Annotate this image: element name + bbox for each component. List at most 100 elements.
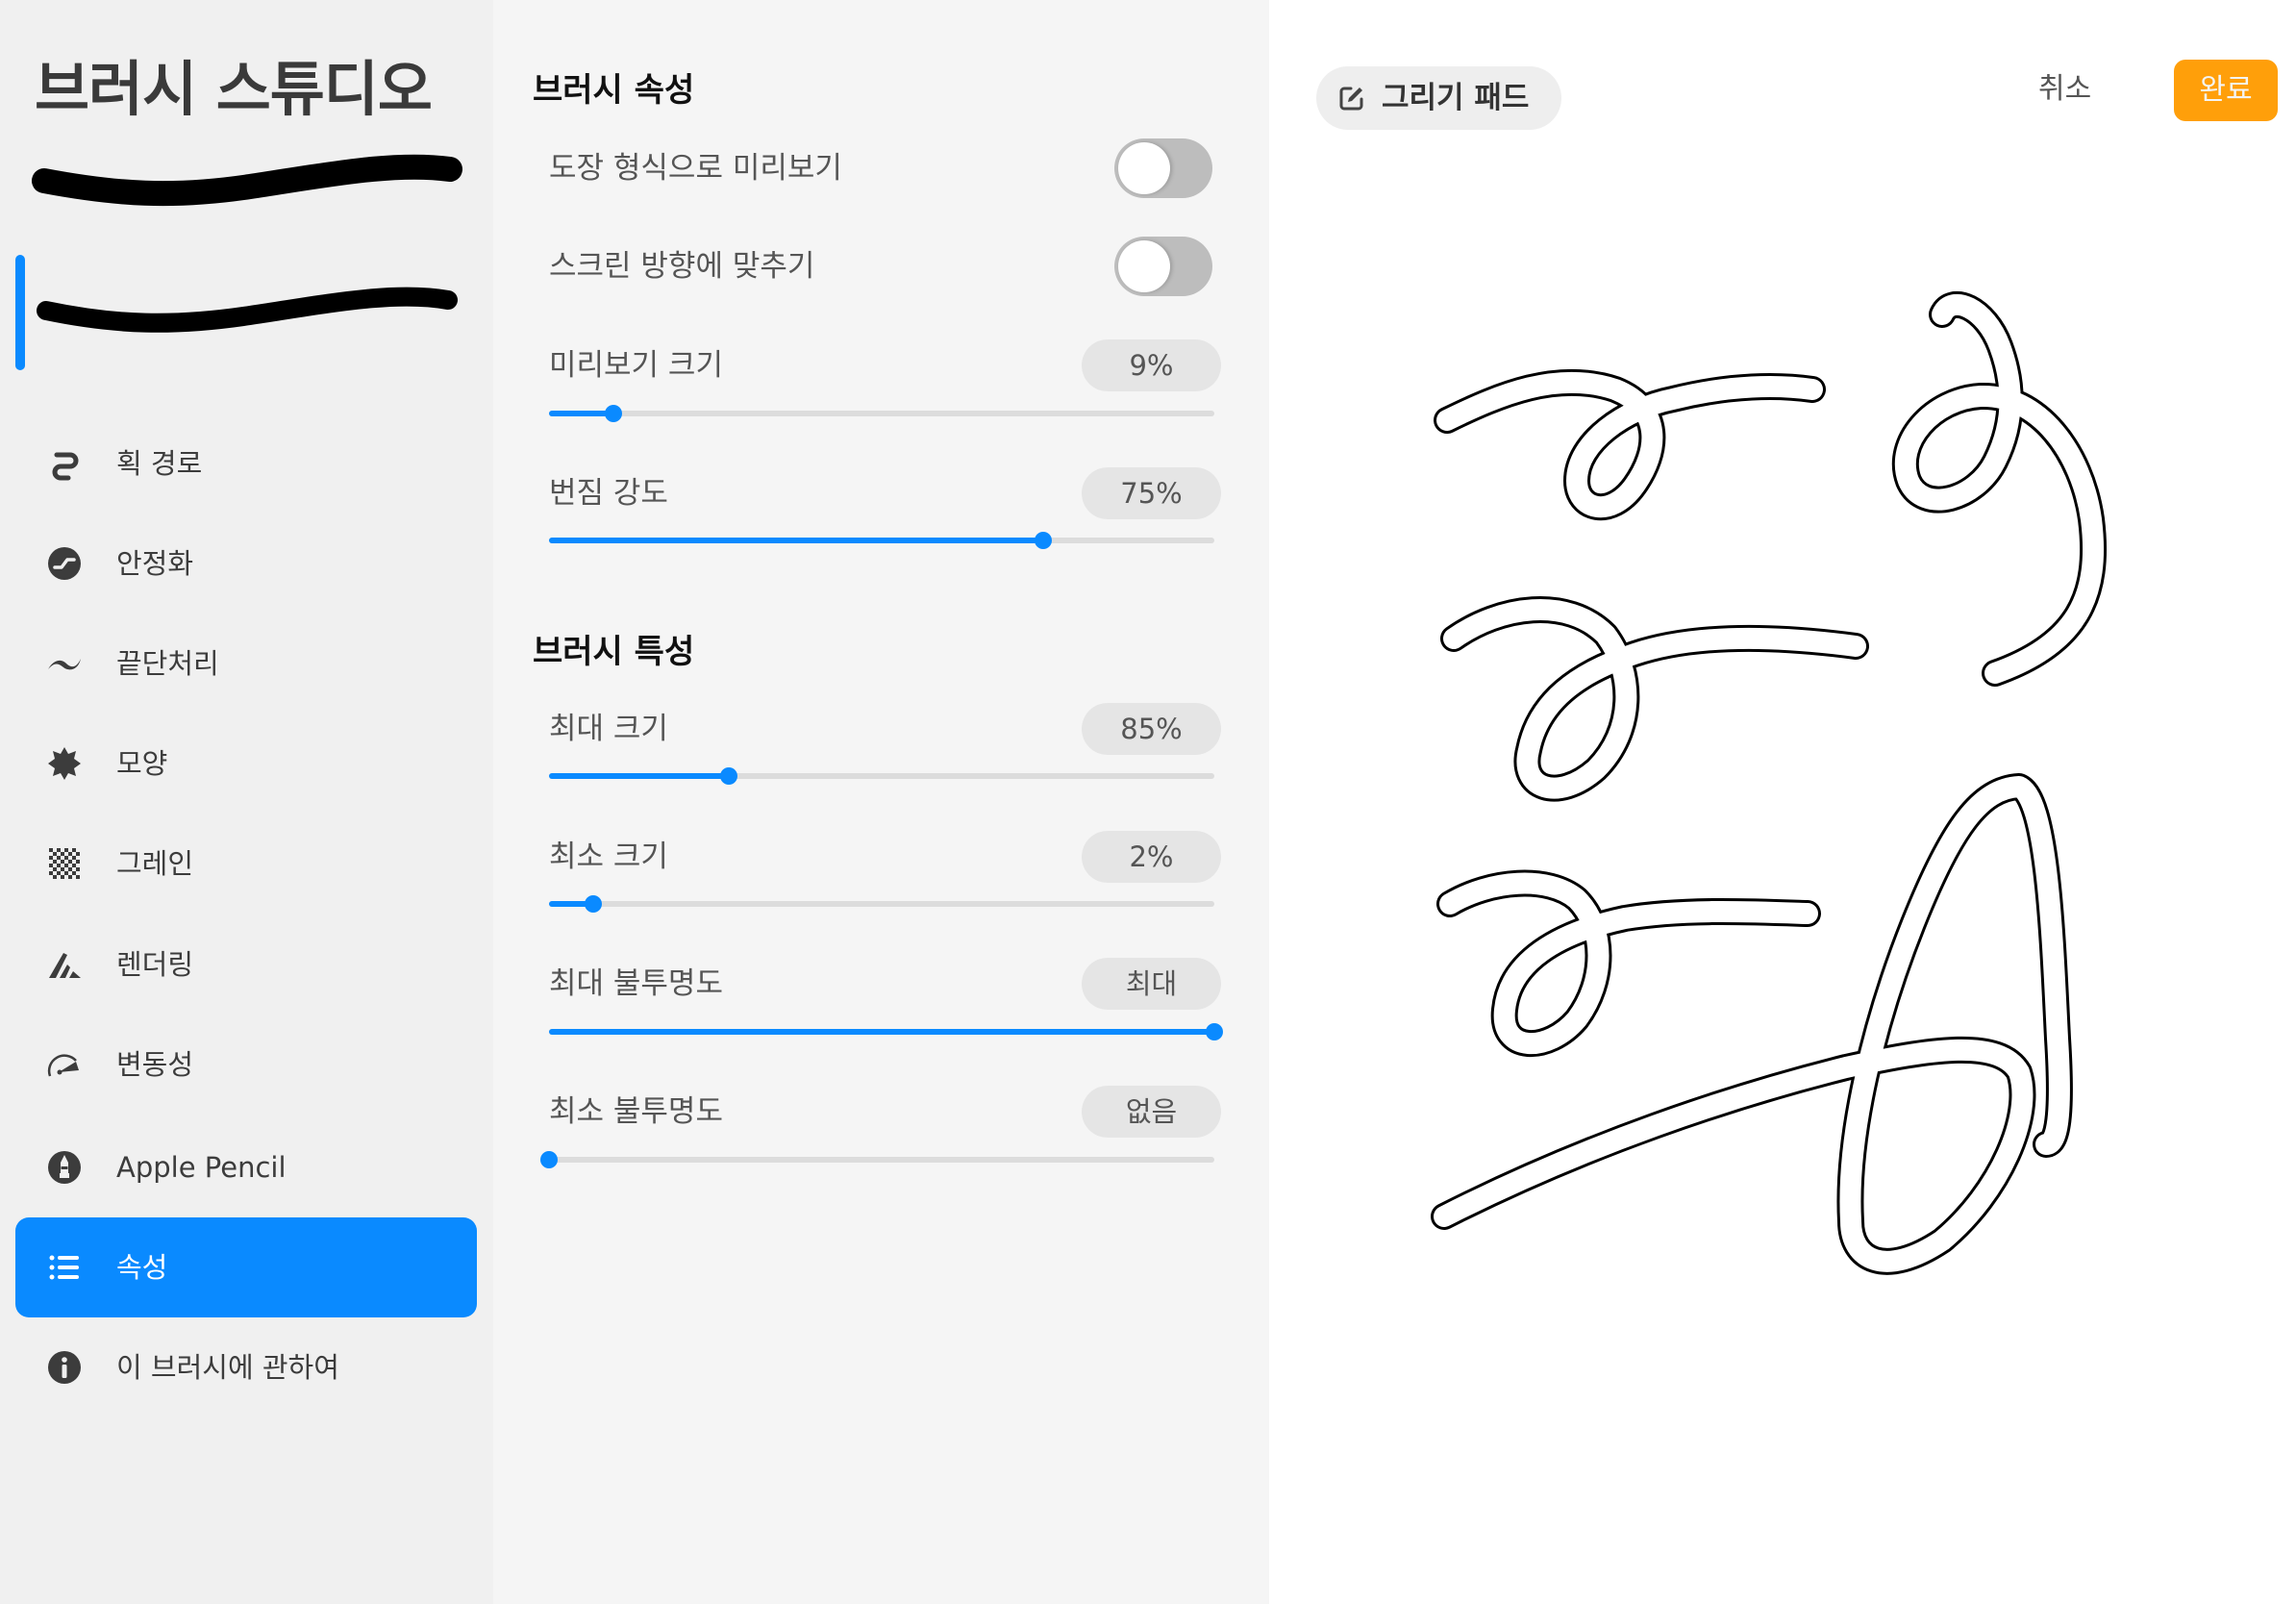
sidebar-item-label: 변동성 bbox=[116, 1048, 194, 1081]
preview-size-slider[interactable] bbox=[549, 399, 1214, 428]
slider-fill bbox=[549, 1029, 1214, 1035]
preview-size-value[interactable]: 9% bbox=[1082, 339, 1221, 391]
grain-icon bbox=[47, 846, 82, 881]
sidebar-item-taper[interactable]: 끝단처리 bbox=[15, 614, 477, 714]
max-size-slider[interactable] bbox=[549, 762, 1214, 790]
sidebar-item-dynamics[interactable]: 변동성 bbox=[15, 1015, 477, 1115]
cancel-button[interactable]: 취소 bbox=[2038, 65, 2091, 113]
grain-cell bbox=[72, 871, 76, 875]
grain-cell bbox=[53, 852, 57, 856]
slider-track bbox=[549, 901, 1214, 907]
orient-to-screen-toggle[interactable] bbox=[1114, 237, 1212, 296]
info-icon bbox=[47, 1350, 82, 1385]
grain-cell bbox=[64, 871, 68, 875]
slider-fill bbox=[549, 538, 1044, 543]
stroke-path-icon bbox=[47, 446, 82, 481]
max-opacity-slider[interactable] bbox=[549, 1017, 1223, 1046]
slider-thumb[interactable] bbox=[605, 405, 623, 422]
drawing-pad-button[interactable]: 그리기 패드 bbox=[1316, 66, 1561, 130]
grain-cell bbox=[57, 864, 61, 867]
min-opacity-value[interactable]: 없음 bbox=[1082, 1086, 1221, 1138]
slider-label: 최소 크기 bbox=[549, 840, 668, 874]
sidebar-item-grain[interactable]: 그레인 bbox=[15, 814, 477, 914]
sidebar-item-label: 속성 bbox=[116, 1251, 168, 1284]
max-opacity-value[interactable]: 최대 bbox=[1082, 958, 1221, 1010]
slider-label: 번짐 강도 bbox=[549, 476, 668, 511]
grain-cell bbox=[61, 875, 64, 879]
stroke-preview-default[interactable] bbox=[29, 144, 471, 221]
smudge-value[interactable]: 75% bbox=[1082, 467, 1221, 519]
signature-stroke bbox=[1431, 773, 2073, 1275]
slider-thumb[interactable] bbox=[540, 1151, 558, 1168]
grain-cell bbox=[72, 848, 76, 852]
sidebar-item-label: Apple Pencil bbox=[116, 1151, 287, 1184]
selected-preview-indicator bbox=[15, 255, 25, 370]
sidebar-item-about[interactable]: 이 브러시에 관하여 bbox=[15, 1317, 477, 1417]
grain-cell bbox=[53, 860, 57, 864]
toggle-label: 스크린 방향에 맞추기 bbox=[549, 249, 815, 284]
sidebar-item-label: 모양 bbox=[116, 747, 168, 780]
slider-label: 최대 불투명도 bbox=[549, 966, 723, 1001]
slider-track bbox=[549, 411, 1214, 416]
grain-cell bbox=[68, 867, 72, 871]
stroke-preview-current[interactable] bbox=[29, 269, 471, 346]
brush-stroke-icon bbox=[37, 287, 458, 333]
min-opacity-slider[interactable] bbox=[540, 1145, 1214, 1174]
grain-cell bbox=[57, 848, 61, 852]
smudge-slider[interactable] bbox=[549, 526, 1214, 555]
taper-icon bbox=[47, 646, 82, 681]
grain-cell bbox=[61, 860, 64, 864]
slider-thumb[interactable] bbox=[1035, 532, 1053, 549]
grain-cell bbox=[72, 864, 76, 867]
apple-pencil-icon bbox=[47, 1150, 82, 1185]
drawing-pad-label: 그리기 패드 bbox=[1382, 81, 1530, 115]
slider-label: 최대 크기 bbox=[549, 712, 668, 746]
grain-cell bbox=[57, 871, 61, 875]
sidebar-item-label: 렌더링 bbox=[116, 948, 194, 981]
grain-cell bbox=[49, 871, 53, 875]
slider-track bbox=[549, 1157, 1214, 1163]
sidebar-item-label: 끝단처리 bbox=[116, 647, 219, 680]
min-size-value[interactable]: 2% bbox=[1082, 831, 1221, 883]
list-icon bbox=[47, 1250, 82, 1285]
section-heading-brush-behavior: 브러시 특성 bbox=[533, 633, 695, 671]
scribble-stroke-1-inner bbox=[1436, 371, 1823, 518]
grain-cell bbox=[49, 848, 53, 852]
stroke-fill bbox=[1434, 294, 2105, 1272]
grain-cell bbox=[61, 852, 64, 856]
sidebar-item-label: 이 브러시에 관하여 bbox=[116, 1351, 339, 1384]
slider-thumb[interactable] bbox=[1206, 1023, 1223, 1040]
sidebar-item-label: 획 경로 bbox=[116, 447, 203, 480]
sidebar-item-shape[interactable]: 모양 bbox=[15, 714, 477, 814]
sidebar-item-rendering[interactable]: 렌더링 bbox=[15, 915, 477, 1015]
grain-cell bbox=[68, 875, 72, 879]
dynamics-icon bbox=[47, 1047, 82, 1082]
toggle-knob bbox=[1118, 240, 1170, 292]
scribble-stroke-2-inner bbox=[1894, 294, 2105, 684]
sidebar-item-label: 안정화 bbox=[116, 547, 194, 580]
done-button[interactable]: 완료 bbox=[2174, 60, 2278, 121]
sidebar-item-label: 그레인 bbox=[116, 847, 194, 880]
brush-stroke-icon bbox=[32, 154, 462, 207]
edit-icon bbox=[1339, 87, 1363, 111]
max-size-value[interactable]: 85% bbox=[1082, 703, 1221, 755]
slider-label: 최소 불투명도 bbox=[549, 1094, 723, 1129]
sidebar-item-stabilization[interactable]: 안정화 bbox=[15, 514, 477, 614]
grain-cell bbox=[49, 856, 53, 860]
sidebar-item-stroke-path[interactable]: 획 경로 bbox=[15, 414, 477, 514]
slider-fill bbox=[549, 411, 614, 416]
slider-thumb[interactable] bbox=[719, 767, 737, 785]
shape-icon bbox=[47, 746, 82, 781]
toggle-knob bbox=[1118, 142, 1170, 194]
min-size-slider[interactable] bbox=[549, 890, 1214, 918]
slider-thumb[interactable] bbox=[584, 895, 602, 913]
properties-panel: 브러시 속성 도장 형식으로 미리보기 스크린 방향에 맞추기 미리보기 크기 … bbox=[493, 0, 1269, 1604]
grain-cell bbox=[53, 867, 57, 871]
grain-cell bbox=[61, 867, 64, 871]
sidebar-item-properties[interactable]: 속성 bbox=[15, 1217, 477, 1317]
drawing-canvas[interactable] bbox=[1269, 0, 2296, 1604]
sidebar-item-apple-pencil[interactable]: Apple Pencil bbox=[15, 1117, 477, 1217]
grain-cell bbox=[76, 860, 80, 864]
stamp-preview-toggle[interactable] bbox=[1114, 138, 1212, 198]
scribble-stroke-4-inner bbox=[1439, 872, 1818, 1054]
